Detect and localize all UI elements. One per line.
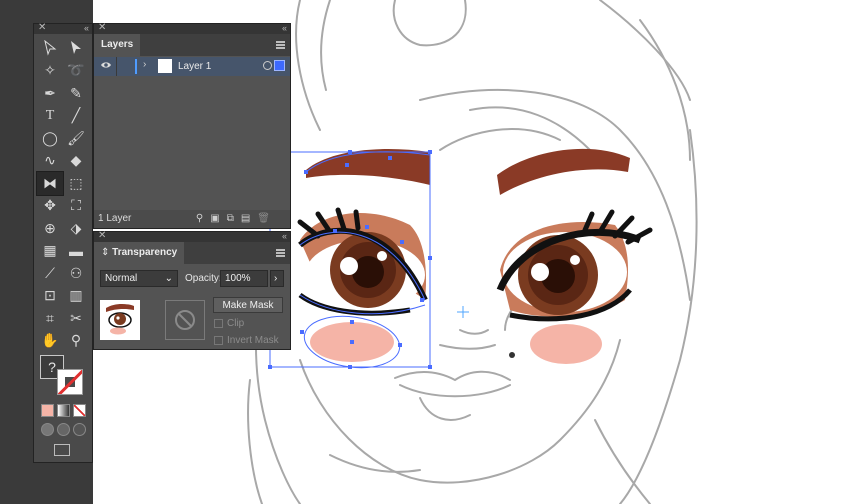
draw-mode-buttons [41,423,92,436]
slice-tool-icon[interactable]: ✂ [63,307,89,330]
shaper-tool-icon[interactable]: ∿ [37,150,63,173]
tab-layers[interactable]: Layers [94,34,141,56]
make-clipping-mask-icon[interactable]: ▣ [210,213,219,224]
tab-arrows-icon: ⇕ [101,247,113,258]
layer-thumbnail [158,59,172,73]
visibility-eye-icon[interactable] [100,59,112,74]
stroke-swatch[interactable] [57,369,83,395]
expand-chevron-icon[interactable]: › [143,59,146,70]
column-graph-icon[interactable]: ▥ [63,285,89,308]
symbol-sprayer-icon[interactable]: ⊡ [37,285,63,308]
layers-panel: ✕ ‹‹ Layers › Layer 1 1 Layer ⚲ ▣ ⧉ ▤ 🗑 [93,22,291,229]
color-mode-icon[interactable] [41,404,54,417]
collapse-arrows-icon[interactable]: ‹‹ [84,22,89,34]
locate-object-icon[interactable]: ⚲ [196,213,203,224]
opacity-label: Opacity: [185,273,222,284]
close-icon[interactable]: ✕ [38,22,46,34]
invert-mask-checkbox[interactable] [214,336,223,345]
gradient-tool-icon[interactable]: ▬ [63,240,89,263]
no-mask-icon [175,310,195,330]
right-blush [530,324,602,364]
eyedropper-icon[interactable]: ⟋ [37,262,63,285]
blend-tool-icon[interactable]: ⚇ [63,262,89,285]
collapse-arrows-icon[interactable]: ‹‹ [282,230,287,242]
free-transform-icon[interactable]: ⬚ [63,172,89,195]
layer-row[interactable]: › Layer 1 [94,57,290,76]
pen-tool-icon[interactable]: ✒ [37,82,63,105]
selection-tool-icon[interactable] [37,37,63,60]
puppet-warp-icon[interactable]: ✥ [37,195,63,218]
paintbrush-icon[interactable]: 🖌 [63,127,89,150]
shape-builder-icon[interactable]: ⊕ [37,217,63,240]
invert-mask-label: Invert Mask [227,335,279,346]
new-sublayer-icon[interactable]: ⧉ [227,213,234,224]
tools-panel-header: ✕ ‹‹ [34,22,92,34]
right-eyebrow [497,148,630,195]
screen-mode-icon[interactable] [54,444,70,456]
panel-menu-icon[interactable] [276,41,285,49]
tool-grid: ✧ ➰ ✒ ✎ T ╱ ◯ 🖌 ∿ ◆ ⧓ ⬚ ✥ ⛶ ⊕ ⬗ ▦ ▬ ⟋ ⚇ … [36,37,92,353]
panel-menu-icon[interactable] [276,249,285,257]
layers-footer-buttons: ⚲ ▣ ⧉ ▤ 🗑 [196,213,270,224]
mesh-tool-icon[interactable]: ▦ [37,240,63,263]
layer-color-bar [135,59,137,74]
collapse-arrows-icon[interactable]: ‹‹ [282,22,287,34]
transparency-panel: ✕ ‹‹ ⇕ Transparency Normal ⌄ Opacity: 10… [93,230,291,350]
chevron-down-icon: ⌄ [164,273,173,284]
object-thumbnail[interactable] [100,300,140,340]
color-mode-buttons [41,404,92,417]
gradient-mode-icon[interactable] [57,404,70,417]
selection-indicator[interactable] [274,60,285,71]
transparency-tab-row: ⇕ Transparency [94,242,290,264]
left-eyebrow [306,149,430,185]
artboard-tool-icon[interactable]: ⌗ [37,307,63,330]
cursor-crosshair-icon [457,306,469,318]
draw-behind-icon[interactable] [57,423,70,436]
opacity-dropdown-button[interactable]: › [270,270,284,287]
layers-panel-header: ✕ ‹‹ [94,22,290,34]
opacity-input[interactable]: 100% [220,270,268,287]
type-tool-icon[interactable]: T [37,105,63,128]
make-mask-button[interactable]: Make Mask [213,297,283,313]
close-icon[interactable]: ✕ [98,230,106,242]
opacity-mask-placeholder [165,300,205,340]
curvature-tool-icon[interactable]: ✎ [63,82,89,105]
magic-wand-icon[interactable]: ✧ [37,60,63,83]
tab-transparency[interactable]: ⇕ Transparency [94,242,185,264]
tools-panel: ✕ ‹‹ ✧ ➰ ✒ ✎ T ╱ ◯ 🖌 ∿ ◆ ⧓ ⬚ ✥ ⛶ ⊕ ⬗ ▦ ▬… [33,22,93,463]
none-mode-icon[interactable] [73,404,86,417]
clip-label: Clip [227,318,245,329]
target-circle-icon[interactable] [263,61,272,70]
draw-normal-icon[interactable] [41,423,54,436]
artboard-bounds-icon[interactable]: ⛶ [63,195,89,218]
hand-tool-icon[interactable]: ✋ [37,330,63,353]
layers-tab-row: Layers [94,34,290,56]
lock-column[interactable] [116,57,117,76]
live-paint-icon[interactable]: ⬗ [63,217,89,240]
reflect-tool-icon[interactable]: ⧓ [36,171,64,196]
fill-stroke-widget[interactable]: ? [37,352,92,400]
transparency-panel-header: ✕ ‹‹ [94,230,290,242]
close-icon[interactable]: ✕ [98,22,106,34]
direct-selection-tool-icon[interactable] [63,37,89,60]
face-illustration [297,148,653,364]
lasso-icon[interactable]: ➰ [63,60,89,83]
layer-count: 1 Layer [98,213,132,224]
layer-name[interactable]: Layer 1 [178,61,211,72]
blend-mode-select[interactable]: Normal ⌄ [100,270,178,287]
ellipse-tool-icon[interactable]: ◯ [37,127,63,150]
layers-footer: 1 Layer ⚲ ▣ ⧉ ▤ 🗑 [94,210,290,228]
tab-transparency-label: Transparency [112,247,178,258]
blend-mode-value: Normal [105,273,138,284]
line-tool-icon[interactable]: ╱ [63,105,89,128]
eraser-icon[interactable]: ◆ [63,150,89,173]
delete-layer-icon[interactable]: 🗑 [257,213,270,224]
zoom-tool-icon[interactable]: ⚲ [63,330,89,353]
new-layer-icon[interactable]: ▤ [241,213,250,224]
clip-checkbox[interactable] [214,319,223,328]
draw-inside-icon[interactable] [73,423,86,436]
